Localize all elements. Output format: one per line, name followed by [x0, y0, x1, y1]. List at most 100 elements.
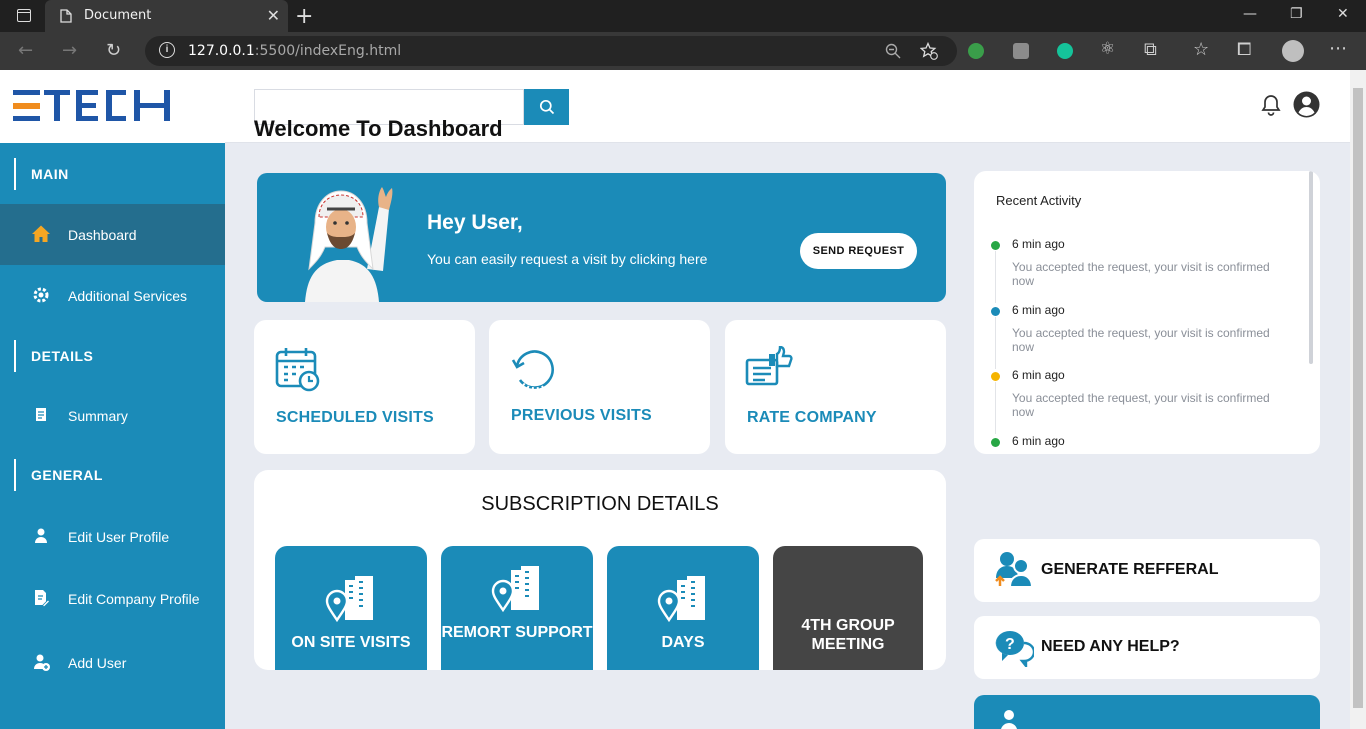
- user-icon: [35, 528, 47, 543]
- sidebar-item-label: Add User: [68, 655, 127, 671]
- back-icon[interactable]: ←: [18, 40, 33, 61]
- sidebar-section-general: GENERAL: [14, 459, 103, 491]
- sidebar-item-label: Additional Services: [68, 288, 188, 304]
- search-icon: [539, 99, 554, 115]
- calendar-clock-icon: [275, 348, 320, 392]
- help-label: NEED ANY HELP?: [1041, 638, 1180, 655]
- new-tab-button[interactable]: +: [295, 4, 313, 29]
- sidebar-section-details: DETAILS: [14, 340, 93, 372]
- grammarly-icon[interactable]: [1057, 43, 1073, 59]
- sidebar-item-add-user[interactable]: Add User: [0, 632, 225, 693]
- sidebar-item-dashboard[interactable]: Dashboard: [0, 204, 225, 265]
- browser-titlebar: Document ✕ + — ❐ ✕: [0, 0, 1366, 32]
- user-card-partial[interactable]: [974, 695, 1320, 729]
- card-label: SCHEDULED VISITS: [276, 409, 434, 426]
- activity-time: 6 min ago: [1012, 237, 1065, 251]
- react-devtools-icon[interactable]: ⚛: [1100, 39, 1115, 59]
- favorites-icon[interactable]: ☆: [1193, 39, 1209, 60]
- building-location-icon: [657, 576, 705, 622]
- sidebar-item-label: Edit Company Profile: [68, 591, 200, 607]
- bell-icon[interactable]: [1261, 94, 1281, 116]
- restore-icon[interactable]: ❐: [1290, 6, 1303, 22]
- help-chat-icon: ?: [995, 630, 1034, 667]
- tile-label: DAYS: [661, 634, 705, 651]
- tab-title: Document: [84, 8, 152, 23]
- site-info-icon[interactable]: i: [159, 42, 175, 58]
- page-scrollbar[interactable]: [1350, 70, 1366, 729]
- building-location-icon: [325, 576, 373, 622]
- activity-time: 6 min ago: [1012, 303, 1065, 317]
- referral-label: GENERATE REFFERAL: [1041, 561, 1219, 578]
- activity-scrollbar[interactable]: [1309, 171, 1313, 364]
- sidebar-item-label: Dashboard: [68, 227, 137, 243]
- waving-man-illustration: [305, 187, 393, 302]
- document-icon: [60, 9, 72, 23]
- hero-greeting: Hey User,: [427, 211, 523, 234]
- more-icon[interactable]: ⋯: [1329, 38, 1347, 59]
- scrollbar-thumb[interactable]: [1353, 88, 1363, 708]
- sidebar-item-edit-company-profile[interactable]: Edit Company Profile: [0, 568, 225, 629]
- extension-color-icon[interactable]: [968, 43, 984, 59]
- referral-users-icon: [995, 552, 1034, 588]
- document-icon: [36, 408, 46, 421]
- sidebar-item-edit-user-profile[interactable]: Edit User Profile: [0, 506, 225, 567]
- generate-referral-card[interactable]: GENERATE REFFERAL: [974, 539, 1320, 602]
- collections-icon[interactable]: ⧠: [1237, 39, 1251, 60]
- welcome-banner: Hey User, You can easily request a visit…: [257, 173, 946, 302]
- url-text: 127.0.0.1:5500/indexEng.html: [188, 43, 402, 59]
- zoom-icon[interactable]: [885, 43, 901, 59]
- favorite-add-icon[interactable]: [920, 42, 938, 60]
- timeline-line: [995, 317, 996, 369]
- user-account-icon[interactable]: [1293, 91, 1320, 118]
- sidebar-item-label: Edit User Profile: [68, 529, 170, 545]
- rate-company-card[interactable]: RATE COMPANY: [725, 320, 946, 454]
- timeline-line: [995, 382, 996, 434]
- sidebar-item-label: Summary: [68, 408, 128, 424]
- browser-tab[interactable]: Document ✕: [45, 0, 288, 32]
- need-help-card[interactable]: ? NEED ANY HELP?: [974, 616, 1320, 679]
- sidebar-item-summary[interactable]: Summary: [0, 385, 225, 446]
- sidebar-section-main: MAIN: [14, 158, 69, 190]
- subscription-tile-4th-group-meeting[interactable]: 4TH GROUP MEETING: [773, 546, 923, 670]
- svg-text:?: ?: [1005, 636, 1015, 653]
- previous-visits-card[interactable]: PREVIOUS VISITS: [489, 320, 710, 454]
- profile-avatar[interactable]: [1282, 40, 1304, 62]
- edit-document-icon: [35, 590, 51, 607]
- minimize-icon[interactable]: —: [1243, 6, 1257, 22]
- browser-toolbar: ← → ↻ i 127.0.0.1:5500/indexEng.html ⚛ ⧉…: [0, 32, 1366, 70]
- sidebar: MAIN Dashboard Additional Services DETAI…: [0, 143, 225, 729]
- building-location-icon: [491, 566, 539, 612]
- address-bar[interactable]: i 127.0.0.1:5500/indexEng.html: [145, 36, 957, 66]
- close-window-icon[interactable]: ✕: [1337, 6, 1349, 22]
- scheduled-visits-card[interactable]: SCHEDULED VISITS: [254, 320, 475, 454]
- activity-time: 6 min ago: [1012, 434, 1065, 448]
- extensions-icon[interactable]: ⧉: [1144, 39, 1157, 60]
- home-icon: [32, 225, 50, 242]
- add-user-icon: [34, 654, 50, 671]
- thumbs-up-feedback-icon: [745, 346, 793, 386]
- recent-activity-title: Recent Activity: [996, 193, 1082, 208]
- subscription-panel: SUBSCRIPTION DETAILS ON SITE VISITS REMO…: [254, 470, 946, 670]
- tab-actions-icon[interactable]: [17, 9, 31, 22]
- logo-area: [0, 70, 225, 143]
- activity-message: You accepted the request, your visit is …: [1012, 326, 1270, 354]
- forward-icon[interactable]: →: [62, 40, 77, 61]
- sidebar-item-additional-services[interactable]: Additional Services: [0, 265, 225, 326]
- timeline-line: [995, 251, 996, 303]
- extension-fb-icon[interactable]: [1013, 43, 1029, 59]
- activity-message: You accepted the request, your visit is …: [1012, 260, 1270, 288]
- gear-icon: [33, 287, 49, 303]
- close-tab-icon[interactable]: ✕: [267, 6, 280, 26]
- tile-label: 4TH GROUP MEETING: [801, 617, 895, 653]
- card-label: RATE COMPANY: [747, 409, 877, 426]
- subscription-tile-on-site-visits[interactable]: ON SITE VISITS: [275, 546, 427, 670]
- subscription-tile-remort-support[interactable]: REMORT SUPPORT: [441, 546, 593, 670]
- search-button[interactable]: [524, 89, 569, 125]
- tile-label: REMORT SUPPORT: [441, 624, 593, 641]
- subscription-tile-days[interactable]: DAYS: [607, 546, 759, 670]
- hero-subtitle: You can easily request a visit by clicki…: [427, 251, 708, 267]
- refresh-icon[interactable]: ↻: [106, 40, 121, 61]
- etech-logo[interactable]: [13, 90, 173, 122]
- send-request-button[interactable]: SEND REQUEST: [800, 233, 917, 269]
- activity-time: 6 min ago: [1012, 368, 1065, 382]
